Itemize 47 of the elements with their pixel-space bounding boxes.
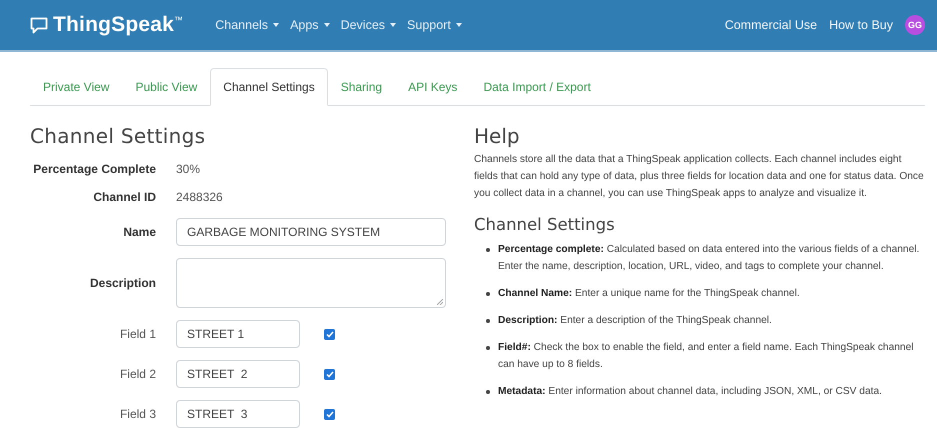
nav-menu[interactable]: Apps [290,18,330,32]
value-text: 2488326 [176,190,224,204]
nav-link[interactable]: How to Buy [829,18,893,32]
nav-menu[interactable]: Channels [215,18,280,32]
tab[interactable]: Private View [30,80,122,105]
checkbox[interactable] [324,408,335,420]
bullet-icon [486,248,490,252]
help-item-text: Metadata: Enter information about channel data, including JSON, XML, or CSV data. [498,385,882,399]
tab[interactable]: API Keys [395,80,470,105]
help-heading: Help [474,128,521,145]
section-heading: Channel Settings [30,124,206,148]
field-name-input[interactable]: STREET 1 [176,320,300,348]
help-item-text: Field#: Check the box to enable the field, and enter a field name. Each ThingSpeak channel can have up to 8 fields. [498,341,915,372]
bullet-icon [486,390,490,394]
chat-bubble-icon [30,16,48,34]
field-label: Description [88,276,156,290]
tab[interactable]: Channel Settings [210,68,328,106]
help-item-text: Description: Enter a description of the ThingSpeak channel. [498,314,772,328]
field-label: Percentage Complete [32,162,156,176]
logo-text[interactable]: ThingSpeak$^{™}$ [53,13,184,37]
resize-handle-icon[interactable] [437,299,443,305]
field-name-input[interactable]: STREET 3 [176,400,300,428]
tab[interactable]: Data Import / Export [470,80,604,105]
field-name-input[interactable]: STREET 2 [176,360,300,388]
field-label: Name [122,225,156,239]
help-item-text: Channel Name: Enter a unique name for the ThingSpeak channel. [498,287,800,301]
description-field[interactable] [176,258,446,308]
field-label: Field 3 [118,407,156,421]
help-item-text: Percentage complete: Calculated based on data entered into the various fields of a channel. Enter the name, description, location, URL, video, and tags to complete your channel. [498,243,920,274]
user-avatar[interactable]: GG [905,15,925,35]
field-label: Field 1 [118,327,156,341]
bullet-icon [486,292,490,296]
help-paragraph: Channels store all the data that a ThingSpeak application collects. Each channel includes eight fields that can hold any type of data, plus three fields for location data and one for status data. Once you collect data in a channel, you can use ThingSpeak apps to analyze and visualize it. [474,153,925,201]
field-label: Field 2 [118,367,156,381]
nav-menu[interactable]: Support [407,18,462,32]
help-subheading: Channel Settings [474,216,616,233]
tab[interactable]: Sharing [328,80,396,105]
nav-menu[interactable]: Devices [340,18,396,32]
field-label: Channel ID [92,190,156,204]
checkbox[interactable] [324,368,335,380]
bullet-icon [486,346,490,350]
nav-link[interactable]: Commercial Use [724,18,818,32]
checkbox[interactable] [324,328,335,340]
bullet-icon [486,319,490,323]
value-text: 30% [176,162,202,176]
name-field[interactable]: GARBAGE MONITORING SYSTEM [176,218,446,246]
tab[interactable]: Public View [122,80,210,105]
